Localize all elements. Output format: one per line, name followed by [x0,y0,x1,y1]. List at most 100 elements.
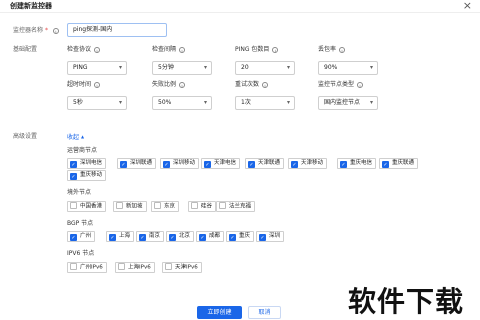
chevron-down-icon: ▾ [369,99,373,106]
node-checkbox[interactable]: ✓ 重庆联通 [379,158,419,169]
info-icon[interactable]: i [94,47,101,53]
node-checkbox-label: 深圳移动 [173,160,196,166]
node-checkbox[interactable]: ✓ 天津移动 [288,158,328,169]
info-icon[interactable]: i [179,82,186,88]
node-checkbox-label: 重庆 [239,233,251,239]
watermark-text: 软件下载 [348,285,465,318]
node-checkbox[interactable]: ✓ 深圳 [256,231,285,242]
node-checkbox[interactable]: ✓ 天津电信 [201,158,241,169]
node-checkbox[interactable]: ✓ 广州 [67,231,96,242]
node-checkbox-label: 天津移动 [301,160,324,166]
loss-rate-label: 丢包率 i [318,46,346,54]
timeout-label: 超时时间 i [67,81,101,89]
collapse-text: 收起 [67,134,80,141]
info-icon[interactable]: i [179,47,186,53]
carrier-nodes-title: 运营商节点 [67,147,98,154]
protocol-select[interactable]: PING ▾ [67,61,127,75]
chevron-down-icon: ▾ [286,99,290,106]
node-checkbox[interactable]: ✓ 深圳联通 [117,158,157,169]
unchecked-box-icon [116,202,123,209]
node-checkbox-label: 南京 [149,233,161,239]
collapse-toggle[interactable]: 收起 ▲ [67,133,84,142]
unchecked-box-icon [70,263,77,270]
node-checkbox[interactable]: 东京 [151,201,180,212]
retry-label: 重试次数 i [235,81,269,89]
node-checkbox[interactable]: ✓ 南京 [136,231,165,242]
node-checkbox[interactable]: ✓ 成都 [196,231,225,242]
node-checkbox-label: 天津电信 [214,160,237,166]
node-checkbox[interactable]: ✓ 天津联通 [245,158,285,169]
close-icon[interactable]: × [463,0,472,12]
dialog-title: 创建新监控器 [10,2,52,10]
node-checkbox[interactable]: ✓ 深圳移动 [160,158,200,169]
checked-box-icon: ✓ [70,160,77,168]
node-checkbox-label: 上海IPv6 [128,264,151,271]
chevron-down-icon: ▾ [118,64,122,71]
ipv6-nodes-title: IPV6 节点 [67,250,95,257]
node-checkbox-label: 深圳电信 [80,160,103,166]
node-checkbox[interactable]: ✓ 重庆电信 [337,158,377,169]
node-checkbox[interactable]: ✓ 北京 [166,231,195,242]
info-icon[interactable]: i [339,47,346,53]
node-type-label: 监控节点类型 i [318,81,364,89]
info-icon[interactable]: i [94,82,101,88]
create-button[interactable]: 立即创建 [197,306,242,319]
advanced-settings-label: 高级设置 [13,133,38,140]
node-checkbox[interactable]: 新加坡 [113,201,147,212]
info-icon[interactable]: i [52,28,59,34]
node-checkbox[interactable]: 广州IPv6 [67,262,107,273]
checked-box-icon: ✓ [109,233,116,241]
node-checkbox[interactable]: ✓ 上海 [106,231,135,242]
overseas-nodes-title: 境外节点 [67,189,92,196]
node-checkbox-label: 天津联通 [258,160,281,166]
info-icon[interactable]: i [262,82,269,88]
protocol-label: 检查协议 i [67,46,101,54]
node-checkbox[interactable]: 法兰克福 [216,201,256,212]
node-checkbox[interactable]: ✓ 重庆移动 [67,170,107,181]
node-checkbox[interactable]: ✓ 重庆 [226,231,255,242]
cancel-button[interactable]: 取消 [248,306,281,319]
node-checkbox[interactable]: 上海IPv6 [115,262,155,273]
interval-select[interactable]: 5分钟 ▾ [152,61,212,75]
checked-box-icon: ✓ [169,233,176,241]
unchecked-box-icon [118,263,125,270]
checked-box-icon: ✓ [291,160,298,168]
node-checkbox[interactable]: ✓ 深圳电信 [67,158,107,169]
node-checkbox-label: 重庆联通 [392,160,415,166]
loss-rate-select[interactable]: 90% ▾ [318,61,378,75]
info-icon[interactable]: i [357,82,364,88]
monitor-name-label: 监控器名称 * i [13,27,59,35]
unchecked-box-icon [219,202,226,209]
checked-box-icon: ✓ [204,160,211,168]
checked-box-icon: ✓ [248,160,255,168]
checked-box-icon: ✓ [382,160,389,168]
node-checkbox[interactable]: 硅谷 [188,201,217,212]
required-mark: * [44,27,48,34]
node-checkbox[interactable]: 天津IPv6 [162,262,202,273]
unchecked-box-icon [70,202,77,209]
monitor-name-input[interactable]: ping探测-国内 [67,23,167,37]
ping-count-select[interactable]: 20 ▾ [235,61,295,75]
node-checkbox-label: 硅谷 [201,203,213,210]
node-checkbox-label: 北京 [179,233,191,239]
unchecked-box-icon [165,263,172,270]
checked-box-icon: ✓ [340,160,347,168]
retry-select[interactable]: 1次 ▾ [235,96,295,110]
timeout-select[interactable]: 5秒 ▾ [67,96,127,110]
info-icon[interactable]: i [272,47,279,53]
checked-box-icon: ✓ [70,172,77,180]
node-checkbox-label: 广州IPv6 [80,264,103,271]
node-checkbox-label: 新加坡 [126,203,143,210]
chevron-down-icon: ▾ [203,64,207,71]
node-type-select[interactable]: 国内监控节点 ▾ [318,96,378,110]
node-checkbox-label: 上海 [119,233,131,239]
monitor-name-value: ping探测-国内 [73,26,113,33]
node-checkbox-label: 东京 [164,203,176,210]
checked-box-icon: ✓ [70,233,77,241]
fail-ratio-select[interactable]: 50% ▾ [152,96,212,110]
node-checkbox-label: 深圳 [269,233,281,239]
interval-label: 检查间隔 i [152,46,186,54]
ping-count-label: PING 包数目 i [235,46,279,54]
chevron-down-icon: ▾ [203,99,207,106]
node-checkbox[interactable]: 中国香港 [67,201,107,212]
